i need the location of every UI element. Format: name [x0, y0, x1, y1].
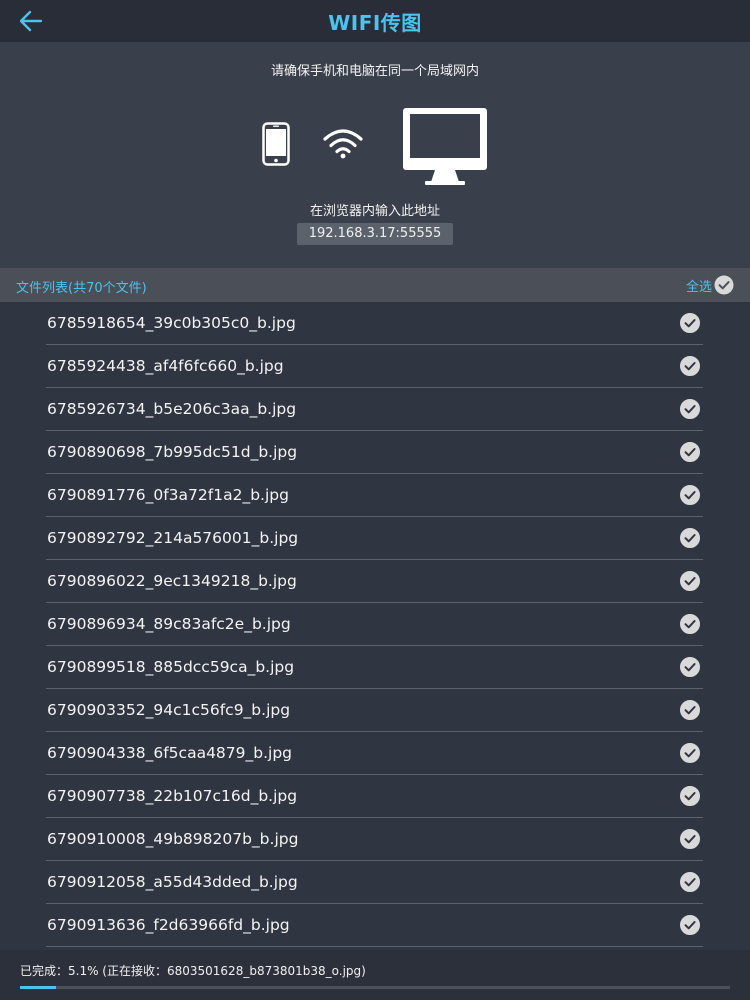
- file-list-title: 文件列表(共70个文件): [16, 281, 147, 296]
- file-row[interactable]: 6790910008_49b898207b_b.jpg: [46, 818, 703, 861]
- check-circle-icon[interactable]: [680, 614, 700, 634]
- file-name: 6785926734_b5e206c3aa_b.jpg: [47, 400, 297, 418]
- file-name: 6785918654_39c0b305c0_b.jpg: [47, 314, 296, 332]
- arrow-left-icon: [19, 10, 43, 32]
- status-bar: 已完成：5.1% (正在接收：6803501628_b873801b38_o.j…: [0, 950, 750, 1000]
- back-button[interactable]: [14, 6, 48, 36]
- file-name: 6790896022_9ec1349218_b.jpg: [47, 572, 297, 590]
- check-circle-icon: [714, 275, 734, 295]
- file-row[interactable]: 6790907738_22b107c16d_b.jpg: [46, 775, 703, 818]
- check-circle-icon[interactable]: [680, 786, 700, 806]
- wifi-icon: [323, 129, 363, 159]
- check-circle-icon[interactable]: [680, 872, 700, 892]
- file-row[interactable]: 6790899518_885dcc59ca_b.jpg: [46, 646, 703, 689]
- check-circle-icon[interactable]: [680, 571, 700, 591]
- file-name: 6790890698_7b995dc51d_b.jpg: [47, 443, 298, 461]
- file-row[interactable]: 6790891776_0f3a72f1a2_b.jpg: [46, 474, 703, 517]
- file-name: 6790892792_214a576001_b.jpg: [47, 529, 299, 547]
- file-name: 6790891776_0f3a72f1a2_b.jpg: [47, 486, 289, 504]
- check-circle-icon[interactable]: [680, 743, 700, 763]
- connection-info: 请确保手机和电脑在同一个局域网内 在浏览器内输入此地址 192.168.3.17…: [0, 42, 750, 268]
- check-circle-icon[interactable]: [680, 399, 700, 419]
- file-name: 6790904338_6f5caa4879_b.jpg: [47, 744, 293, 762]
- file-row[interactable]: 6785924438_af4f6fc660_b.jpg: [46, 345, 703, 388]
- file-name: 6790903352_94c1c56fc9_b.jpg: [47, 701, 291, 719]
- file-row[interactable]: 6790896934_89c83afc2e_b.jpg: [46, 603, 703, 646]
- file-list: 6785918654_39c0b305c0_b.jpg 6785924438_af…: [46, 302, 703, 948]
- network-notice: 请确保手机和电脑在同一个局域网内: [270, 64, 479, 79]
- check-circle-icon[interactable]: [680, 313, 700, 333]
- file-row[interactable]: 6785926734_b5e206c3aa_b.jpg: [46, 388, 703, 431]
- phone-icon: [262, 122, 290, 166]
- header-bar: WIFI传图: [0, 0, 750, 42]
- page-title: WIFI传图: [328, 10, 422, 35]
- file-row[interactable]: 6790903352_94c1c56fc9_b.jpg: [46, 689, 703, 732]
- file-name: 6790913636_f2d63966fd_b.jpg: [47, 916, 290, 934]
- check-circle-icon[interactable]: [680, 700, 700, 720]
- check-circle-icon[interactable]: [680, 829, 700, 849]
- check-circle-icon[interactable]: [680, 528, 700, 548]
- file-name: 6785924438_af4f6fc660_b.jpg: [47, 357, 284, 375]
- file-name: 6790896934_89c83afc2e_b.jpg: [47, 615, 291, 633]
- file-row[interactable]: 6785918654_39c0b305c0_b.jpg: [46, 302, 703, 345]
- file-row[interactable]: 6790896022_9ec1349218_b.jpg: [46, 560, 703, 603]
- transfer-status: 已完成：5.1% (正在接收：6803501628_b873801b38_o.j…: [20, 964, 366, 978]
- file-name: 6790907738_22b107c16d_b.jpg: [47, 787, 298, 805]
- check-circle-icon[interactable]: [680, 657, 700, 677]
- select-all-label: 全选: [685, 279, 712, 295]
- progress-fill: [20, 986, 57, 989]
- file-row[interactable]: 6790890698_7b995dc51d_b.jpg: [46, 431, 703, 474]
- check-circle-icon[interactable]: [680, 915, 700, 935]
- file-name: 6790899518_885dcc59ca_b.jpg: [47, 658, 295, 676]
- wifi-transfer-screen: WIFI传图 请确保手机和电脑在同一个局域网内 在浏览器内输入此地址 192.1…: [0, 0, 750, 1000]
- select-all-button[interactable]: 全选: [686, 274, 734, 296]
- check-circle-icon[interactable]: [680, 485, 700, 505]
- check-circle-icon[interactable]: [680, 442, 700, 462]
- progress-bar: [20, 986, 730, 989]
- server-address[interactable]: 192.168.3.17:55555: [297, 223, 453, 245]
- file-name: 6790912058_a55d43dded_b.jpg: [47, 873, 298, 891]
- check-circle-icon[interactable]: [680, 356, 700, 376]
- file-row[interactable]: 6790913636_f2d63966fd_b.jpg: [46, 904, 703, 947]
- browser-instruction: 在浏览器内输入此地址: [309, 204, 440, 219]
- file-row[interactable]: 6790912058_a55d43dded_b.jpg: [46, 861, 703, 904]
- file-row[interactable]: 6790892792_214a576001_b.jpg: [46, 517, 703, 560]
- monitor-icon: [403, 108, 487, 185]
- file-row[interactable]: 6790904338_6f5caa4879_b.jpg: [46, 732, 703, 775]
- file-list-header: 文件列表(共70个文件) 全选: [0, 268, 750, 302]
- file-name: 6790910008_49b898207b_b.jpg: [47, 830, 299, 848]
